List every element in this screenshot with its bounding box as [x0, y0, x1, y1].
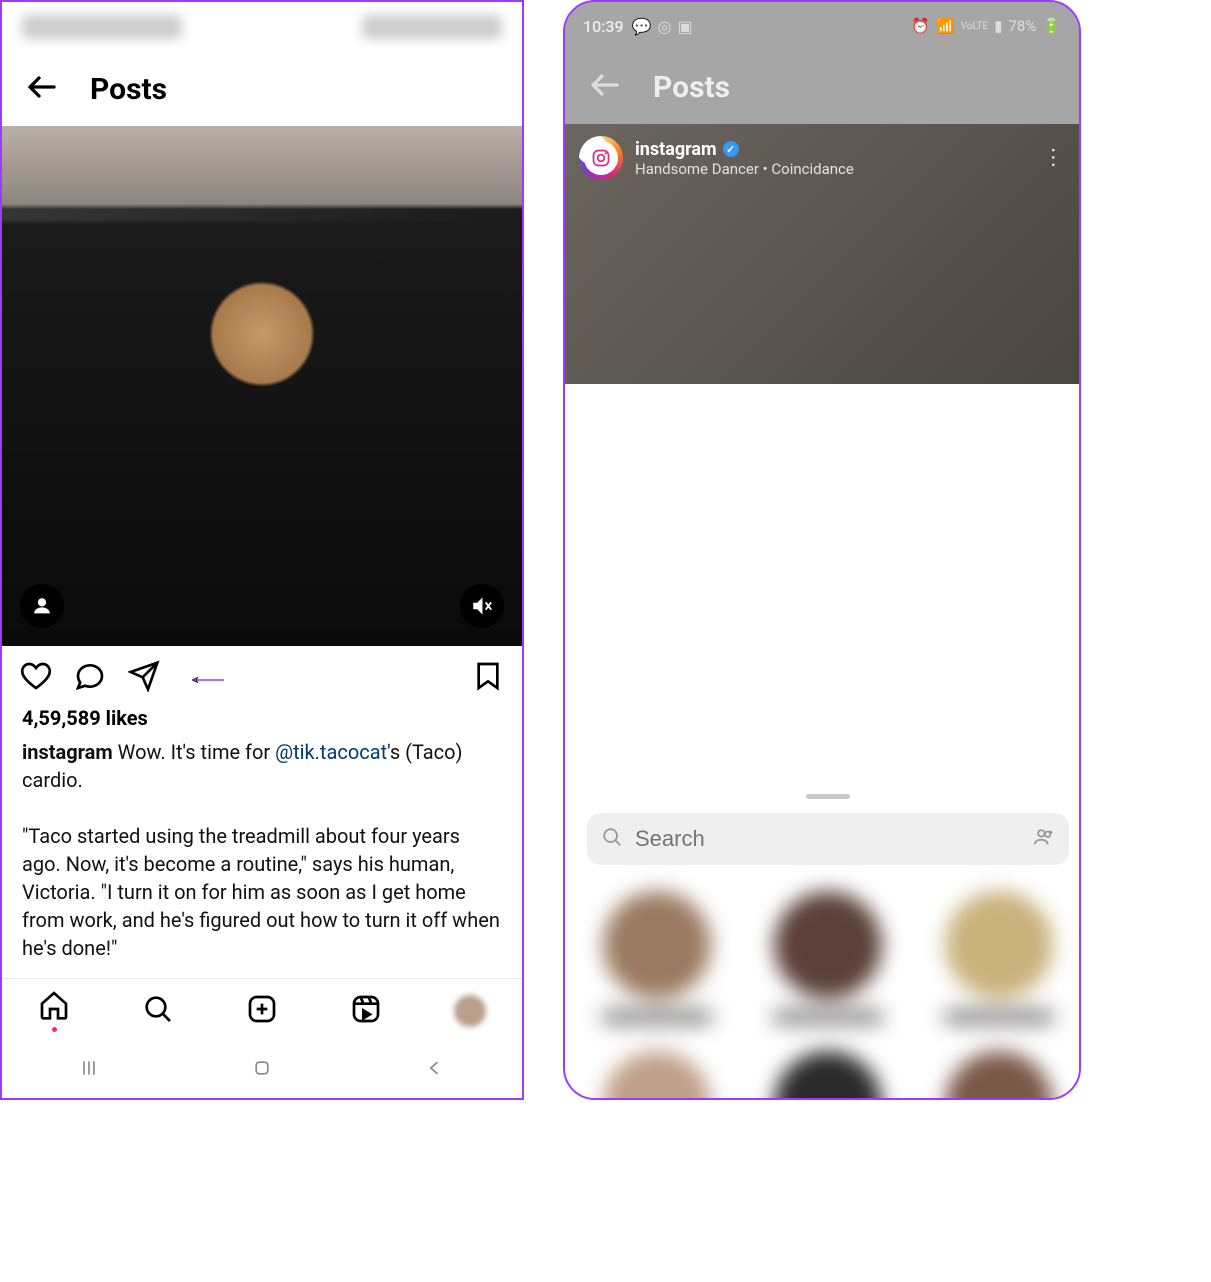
status-image-icon: ▣	[677, 17, 692, 36]
search-icon	[601, 826, 623, 852]
share-contact[interactable]	[587, 1051, 728, 1100]
verified-badge-icon	[723, 141, 739, 157]
nav-profile-avatar[interactable]	[454, 995, 486, 1027]
back-arrow-icon[interactable]	[587, 67, 623, 107]
share-people-grid	[587, 891, 1069, 1100]
status-chat-icon: 💬	[632, 17, 652, 36]
mute-icon[interactable]	[460, 584, 504, 628]
add-group-icon[interactable]	[1033, 826, 1055, 852]
share-contact[interactable]	[758, 891, 899, 1025]
post-author-avatar[interactable]	[579, 136, 623, 180]
nav-home-icon[interactable]	[38, 989, 70, 1032]
sheet-grabber[interactable]	[806, 794, 850, 799]
obscured-top-strip	[2, 2, 522, 52]
post-more-icon[interactable]: ⋯	[1041, 146, 1066, 170]
phone-right: 10:39 💬 ◎ ▣ ⏰ 📶 VoLTE ▮ 78% 🔋 Posts inst…	[563, 0, 1081, 1100]
share-search-field[interactable]	[587, 813, 1069, 865]
caption-username[interactable]: instagram	[22, 740, 113, 764]
status-wifi-icon: 📶	[936, 17, 955, 35]
sys-home-icon[interactable]	[252, 1058, 272, 1082]
sys-back-icon[interactable]	[425, 1058, 445, 1082]
likes-count[interactable]: 4,59,589 likes	[2, 702, 522, 734]
share-contact[interactable]	[928, 891, 1069, 1025]
share-icon[interactable]	[128, 660, 160, 696]
post-media: instagram Handsome Dancer • Coincidance …	[565, 124, 1079, 384]
status-signal-icon: ▮	[994, 17, 1002, 35]
app-header: Posts	[2, 52, 522, 126]
sys-recent-icon[interactable]	[79, 1058, 99, 1082]
status-battery-text: 78%	[1008, 17, 1036, 35]
post-caption[interactable]: instagram Wow. It's time for @tik.tacoca…	[2, 734, 522, 972]
status-bar: 10:39 💬 ◎ ▣ ⏰ 📶 VoLTE ▮ 78% 🔋	[565, 2, 1079, 50]
share-contact[interactable]	[758, 1051, 899, 1100]
status-ig-icon: ◎	[658, 17, 672, 36]
status-battery-icon: 🔋	[1042, 17, 1061, 35]
share-search-input[interactable]	[635, 826, 1021, 852]
annotation-arrow	[192, 664, 224, 696]
bottom-nav	[2, 978, 522, 1042]
nav-reels-icon[interactable]	[350, 993, 382, 1029]
back-arrow-icon[interactable]	[24, 69, 60, 109]
tagged-people-icon[interactable]	[20, 584, 64, 628]
nav-new-post-icon[interactable]	[246, 993, 278, 1029]
share-contact[interactable]	[587, 891, 728, 1025]
post-audio-label[interactable]: Handsome Dancer • Coincidance	[635, 160, 854, 178]
caption-lead: Wow. It's time for	[113, 740, 275, 764]
status-lte-icon: VoLTE	[961, 21, 989, 32]
like-icon[interactable]	[20, 660, 52, 696]
post-author-username[interactable]: instagram	[635, 139, 717, 160]
page-title: Posts	[653, 70, 730, 105]
page-title: Posts	[90, 72, 167, 107]
post-actions	[2, 646, 522, 702]
phone-left: Posts 4,59,589 likes instagram Wow	[0, 0, 524, 1100]
caption-body: "Taco started using the treadmill about …	[22, 824, 500, 960]
caption-mention[interactable]: @tik.tacocat	[275, 740, 387, 764]
comment-icon[interactable]	[74, 660, 106, 696]
post-media[interactable]	[2, 126, 522, 646]
bookmark-icon[interactable]	[472, 660, 504, 696]
status-time: 10:39	[583, 17, 624, 36]
status-alarm-icon: ⏰	[911, 17, 930, 35]
share-sheet: Add to story Share Copy link SMS Me	[571, 778, 1081, 1100]
share-contact[interactable]	[928, 1051, 1069, 1100]
nav-search-icon[interactable]	[142, 993, 174, 1029]
app-header: Posts	[565, 50, 1079, 124]
post-header: instagram Handsome Dancer • Coincidance …	[565, 132, 1079, 184]
android-system-nav	[2, 1042, 522, 1098]
